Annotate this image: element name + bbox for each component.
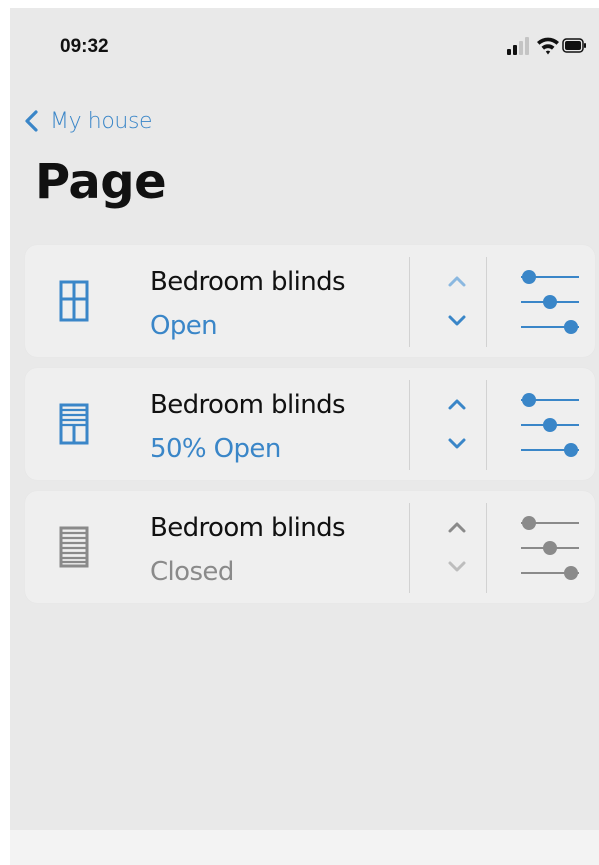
app-screen: 09:32 My house Page Bedroom blinds Open … [10,8,599,830]
status-time: 09:32 [60,36,109,57]
divider [486,257,487,347]
cellular-signal-icon [507,37,529,55]
raise-blinds-button[interactable] [443,267,471,295]
battery-icon [562,38,586,53]
device-card[interactable]: Bedroom blinds 50% Open [25,368,595,480]
device-status: 50% Open [150,434,281,464]
status-icons [507,37,586,55]
lower-blinds-button[interactable] [443,307,471,335]
raise-blinds-button[interactable] [443,390,471,418]
divider [409,257,410,347]
back-label: My house [50,108,153,134]
device-status: Open [150,311,218,341]
device-status: Closed [150,557,234,587]
device-name: Bedroom blinds [150,513,346,543]
device-name: Bedroom blinds [150,267,346,297]
wifi-icon [537,37,559,55]
window-half-open-icon [59,403,89,445]
window-open-icon [59,280,89,322]
device-card[interactable]: Bedroom blinds Open [25,245,595,357]
divider [486,380,487,470]
lower-blinds-button[interactable] [443,553,471,581]
sliders-settings-icon[interactable] [515,263,585,339]
status-bar: 09:32 [10,8,599,68]
back-button[interactable]: My house [22,103,153,139]
sliders-settings-icon[interactable] [515,509,585,585]
page-title: Page [35,154,167,210]
chevron-left-icon [25,110,38,132]
divider [409,503,410,593]
device-card[interactable]: Bedroom blinds Closed [25,491,595,603]
device-name: Bedroom blinds [150,390,346,420]
window-closed-icon [59,526,89,568]
bottom-bar [10,830,599,865]
sliders-settings-icon[interactable] [515,386,585,462]
raise-blinds-button[interactable] [443,513,471,541]
lower-blinds-button[interactable] [443,430,471,458]
divider [409,380,410,470]
divider [486,503,487,593]
